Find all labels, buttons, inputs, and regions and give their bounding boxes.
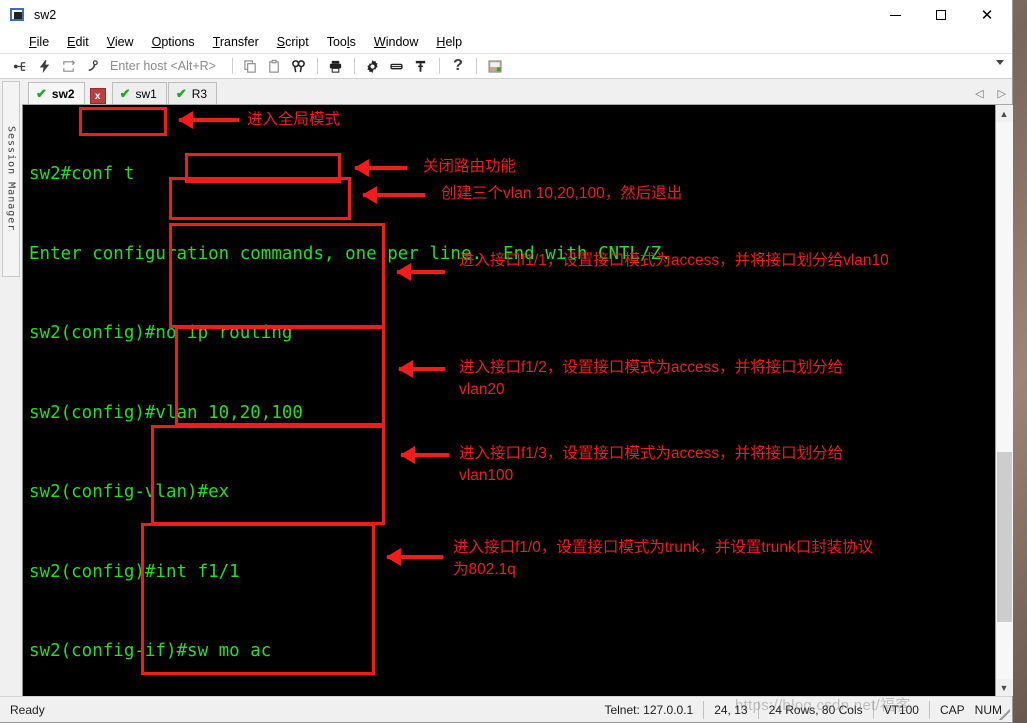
status-emulation: VT100 (883, 702, 919, 717)
terminal-wrapper: sw2#conf t Enter configuration commands,… (22, 104, 1013, 696)
help-icon[interactable]: ? (446, 55, 470, 77)
keyboard-icon[interactable] (385, 55, 409, 77)
menu-view[interactable]: View (98, 35, 143, 49)
annotation-box-f1-1 (169, 223, 385, 328)
annotation-arrow-no-ip-routing (354, 159, 407, 177)
session-manager-strip: Session Manager (0, 79, 22, 696)
terminal-scrollbar[interactable]: ▲ ▼ (995, 105, 1013, 696)
session-tab-sw1[interactable]: ✔ sw1 (111, 82, 167, 104)
annotation-arrow-f1-3 (400, 446, 449, 464)
scrollbar-thumb[interactable] (996, 452, 1012, 622)
menu-options[interactable]: Options (143, 35, 204, 49)
menu-edit[interactable]: Edit (58, 35, 98, 49)
menu-tools[interactable]: Tools (318, 35, 365, 49)
annotation-box-f1-3 (151, 425, 385, 525)
annotation-box-f1-2 (175, 326, 385, 426)
toolbar: Enter host <Alt+R> ? (0, 53, 1012, 79)
gear-icon[interactable] (361, 55, 385, 77)
scroll-down-chevron-icon[interactable]: ▼ (995, 679, 1013, 696)
disconnect-icon[interactable] (80, 55, 104, 77)
session-tab-sw2[interactable]: ✔ sw2 (28, 82, 85, 104)
menu-script[interactable]: Script (268, 35, 318, 49)
menu-bar: File Edit View Options Transfer Script T… (0, 31, 1012, 53)
status-ready: Ready (10, 702, 45, 717)
toolbar-separator-5 (475, 58, 477, 74)
toolbar-overflow-chevron-down-icon[interactable] (996, 60, 1004, 65)
annotation-note-global-mode: 进入全局模式 (247, 111, 341, 128)
session-tab-label: R3 (191, 86, 208, 101)
minimize-button[interactable] (872, 0, 918, 31)
toolbar-separator-3 (353, 58, 355, 74)
connected-check-icon: ✔ (175, 86, 187, 101)
annotation-arrow-f1-0 (386, 548, 443, 566)
close-button[interactable]: ✕ (964, 0, 1010, 31)
annotation-note-f1-0: 进入接口f1/0，设置接口模式为trunk，并设置trunk口封装协议 为802… (453, 539, 874, 578)
session-tab-strip: ✔ sw2 x ✔ sw1 ✔ R3 ◁ ▷ (22, 79, 1012, 104)
close-tab-icon[interactable]: x (89, 88, 106, 104)
annotation-arrow-vlan-create (362, 186, 425, 204)
tab-next-arrow-icon[interactable]: ▷ (998, 87, 1006, 100)
status-connection: Telnet: 127.0.0.1 (604, 702, 694, 717)
status-cursor-position: 24, 13 (714, 702, 748, 717)
resize-grip[interactable] (996, 706, 1010, 720)
tab-prev-arrow-icon[interactable]: ◁ (975, 87, 983, 100)
status-screen-size: 24 Rows, 80 Cols (768, 702, 863, 717)
annotation-note-f1-3: 进入接口f1/3，设置接口模式为access，并将接口划分给 vlan100 (459, 445, 844, 484)
session-manager-label: Session Manager (5, 126, 17, 232)
status-caps-lock: CAP (939, 702, 965, 717)
terminal-line: sw2(config)#vlan 10,20,100 (29, 402, 303, 423)
window-title: sw2 (34, 8, 57, 22)
toolbar-separator-4 (438, 58, 440, 74)
menu-window[interactable]: Window (365, 35, 427, 49)
annotation-arrow-global-mode (178, 111, 239, 129)
session-area: ✔ sw2 x ✔ sw1 ✔ R3 ◁ ▷ sw2#conf t Enter … (22, 79, 1013, 696)
key-icon[interactable] (409, 55, 433, 77)
main-body: Session Manager ✔ sw2 x ✔ sw1 ✔ R3 ◁ ▷ s… (0, 79, 1013, 696)
copy-icon[interactable] (239, 55, 263, 77)
maximize-button[interactable] (918, 0, 964, 31)
session-manager-tab[interactable]: Session Manager (2, 81, 20, 277)
reconnect-icon[interactable] (56, 55, 80, 77)
annotation-arrow-f1-2 (398, 360, 445, 378)
print-icon[interactable] (324, 55, 348, 77)
host-input[interactable]: Enter host <Alt+R> (110, 59, 216, 73)
window-controls: ✕ (872, 0, 1012, 31)
quick-connect-icon[interactable] (32, 55, 56, 77)
status-bar: Ready Telnet: 127.0.0.1 24, 13 24 Rows, … (0, 696, 1012, 722)
menu-file[interactable]: File (20, 35, 58, 49)
menu-help[interactable]: Help (427, 35, 471, 49)
connect-icon[interactable] (8, 55, 32, 77)
terminal-screen[interactable]: sw2#conf t Enter configuration commands,… (22, 105, 995, 696)
connected-check-icon: ✔ (119, 86, 131, 101)
annotation-box-conf-t (79, 107, 167, 136)
tab-nav: ◁ ▷ (975, 87, 1006, 100)
find-icon[interactable] (287, 55, 311, 77)
toolbar-separator-2 (316, 58, 318, 74)
connected-check-icon: ✔ (36, 86, 47, 101)
scrollbar-track[interactable] (995, 122, 1013, 679)
annotation-box-f1-0 (141, 523, 375, 675)
title-bar: sw2 ✕ (0, 0, 1012, 31)
annotation-note-f1-2: 进入接口f1/2，设置接口模式为access，并将接口划分给 vlan20 (459, 359, 844, 398)
annotation-note-no-ip-routing: 关闭路由功能 (423, 158, 517, 175)
annotation-box-vlan-create (169, 177, 351, 220)
scroll-up-chevron-icon[interactable]: ▲ (995, 105, 1013, 122)
menu-transfer[interactable]: Transfer (204, 35, 268, 49)
annotation-note-vlan-create: 创建三个vlan 10,20,100，然后退出 (441, 185, 683, 202)
session-tab-label: sw2 (51, 86, 75, 101)
session-tab-label: sw1 (135, 86, 157, 101)
paste-icon[interactable] (263, 55, 287, 77)
annotation-note-f1-1: 进入接口f1/1，设置接口模式为access，并将接口划分给vlan10 (459, 252, 889, 269)
terminal-window-icon (10, 7, 26, 23)
toolbar-separator-1 (231, 58, 233, 74)
session-tab-r3[interactable]: ✔ R3 (167, 82, 218, 104)
annotation-arrow-f1-1 (396, 263, 445, 281)
chat-window-icon[interactable] (483, 55, 507, 77)
securecrt-window: sw2 ✕ File Edit View Options Transfer Sc… (0, 0, 1013, 723)
